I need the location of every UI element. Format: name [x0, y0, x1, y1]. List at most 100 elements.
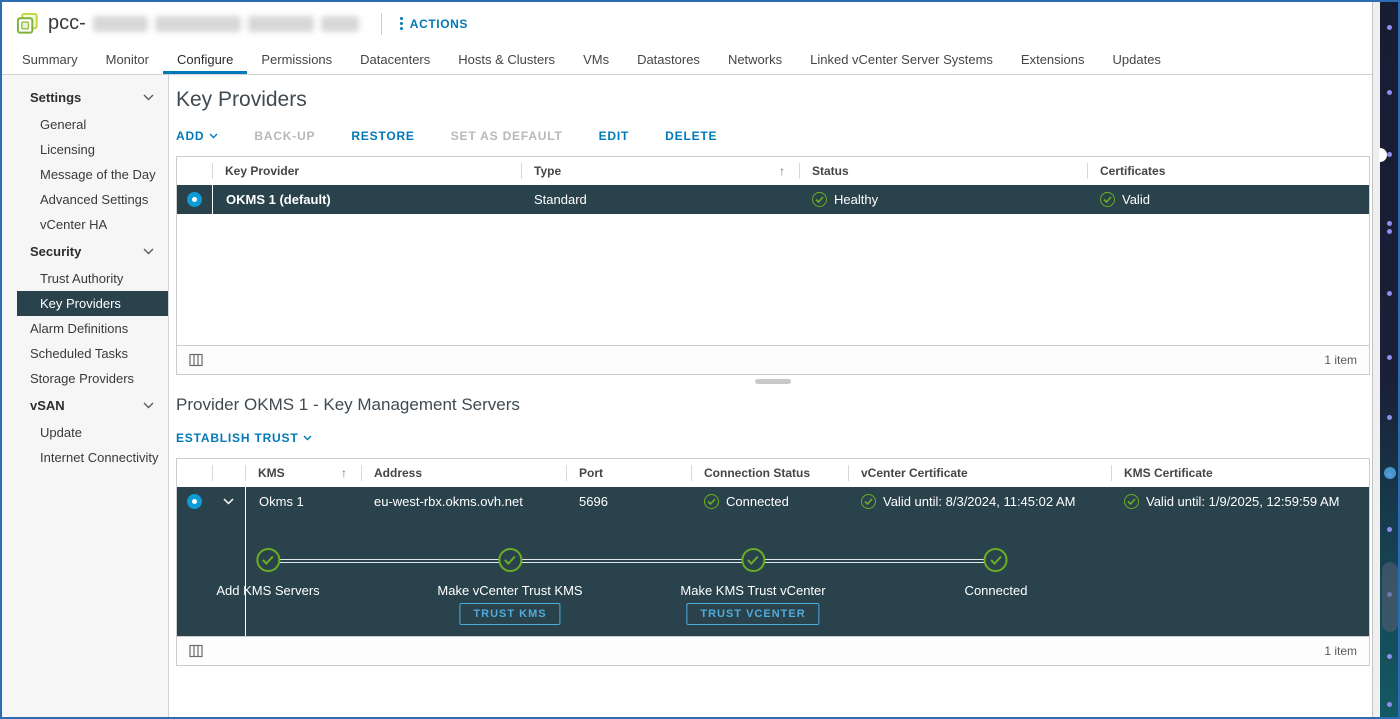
establish-trust-button[interactable]: ESTABLISH TRUST	[176, 431, 312, 445]
tab-vms[interactable]: VMs	[569, 45, 623, 74]
content-area: Settings General Licensing Message of th…	[2, 75, 1372, 717]
column-settings-icon[interactable]	[189, 353, 203, 367]
sidebar-item-storage-providers[interactable]: Storage Providers	[17, 366, 168, 391]
header-divider	[381, 13, 382, 35]
sidebar-item-licensing[interactable]: Licensing	[17, 137, 168, 162]
table-header-row: KMS ↑ Address Port Connection Status vCe…	[177, 459, 1369, 487]
key-provider-name-cell: OKMS 1 (default)	[212, 185, 521, 214]
column-header-type[interactable]: Type ↑	[521, 157, 799, 185]
column-label: KMS	[258, 466, 285, 480]
edge-blob	[1384, 467, 1396, 479]
chevron-down-icon[interactable]	[223, 498, 234, 505]
certificates-text: Valid	[1122, 192, 1150, 207]
tab-configure[interactable]: Configure	[163, 45, 247, 74]
column-header-kms[interactable]: KMS ↑	[245, 459, 361, 487]
sidebar-item-vcenter-ha[interactable]: vCenter HA	[17, 212, 168, 237]
column-header-vcenter-certificate[interactable]: vCenter Certificate	[848, 459, 1111, 487]
step-connected: Connected	[965, 548, 1028, 598]
establish-trust-label: ESTABLISH TRUST	[176, 431, 298, 445]
tab-monitor[interactable]: Monitor	[92, 45, 163, 74]
tab-datacenters[interactable]: Datacenters	[346, 45, 444, 74]
item-count: 1 item	[1324, 353, 1357, 367]
row-radio-cell	[177, 487, 212, 516]
column-header-key-provider[interactable]: Key Provider	[212, 157, 521, 185]
sort-ascending-icon[interactable]: ↑	[779, 164, 785, 178]
stepper-connector-line	[268, 559, 996, 563]
restore-button[interactable]: RESTORE	[351, 129, 414, 143]
sidebar-section-settings[interactable]: Settings	[2, 83, 168, 112]
kms-toolbar: ESTABLISH TRUST	[176, 431, 1372, 445]
object-title-prefix: pcc-	[48, 12, 86, 35]
kms-server-row[interactable]: Okms 1 eu-west-rbx.okms.ovh.net 5696 Con…	[177, 487, 1369, 516]
step-label: Make vCenter Trust KMS	[437, 583, 582, 598]
column-header-address[interactable]: Address	[361, 459, 566, 487]
green-check-icon	[256, 548, 280, 572]
table-footer: 1 item	[177, 345, 1369, 374]
tab-linked-vcenter[interactable]: Linked vCenter Server Systems	[796, 45, 1007, 74]
radio-selected-icon[interactable]	[187, 494, 202, 509]
panel-splitter[interactable]	[176, 375, 1370, 388]
sidebar-section-vsan[interactable]: vSAN	[2, 391, 168, 420]
green-check-icon	[1124, 494, 1139, 509]
sidebar-item-internet-connectivity[interactable]: Internet Connectivity	[17, 445, 168, 470]
add-button[interactable]: ADD	[176, 129, 218, 143]
edit-button[interactable]: EDIT	[599, 129, 630, 143]
key-providers-panel: Key Providers ADD BACK-UP RESTORE SET AS…	[169, 75, 1372, 717]
sidebar-item-trust-authority[interactable]: Trust Authority	[17, 266, 168, 291]
radio-selected-icon[interactable]	[187, 192, 202, 207]
vsphere-client-window: pcc- ACTIONS Summary Monitor Configure P…	[0, 0, 1400, 719]
column-header-connection-status[interactable]: Connection Status	[691, 459, 848, 487]
object-title: pcc-	[48, 12, 359, 35]
kms-certificate-cell: Valid until: 1/9/2025, 12:59:59 AM	[1111, 487, 1369, 516]
address-cell: eu-west-rbx.okms.ovh.net	[361, 487, 566, 516]
sidebar-item-advanced-settings[interactable]: Advanced Settings	[17, 187, 168, 212]
sidebar-item-update[interactable]: Update	[17, 420, 168, 445]
edge-dot	[1387, 654, 1392, 659]
step-make-vcenter-trust-kms: Make vCenter Trust KMS	[437, 548, 582, 598]
trust-vcenter-button[interactable]: TRUST VCENTER	[686, 603, 819, 625]
tab-updates[interactable]: Updates	[1099, 45, 1175, 74]
green-check-icon	[741, 548, 765, 572]
tab-permissions[interactable]: Permissions	[247, 45, 346, 74]
column-header-status[interactable]: Status	[799, 157, 1087, 185]
adjacent-window-strip	[1380, 2, 1398, 717]
sidebar-item-general[interactable]: General	[17, 112, 168, 137]
green-check-icon	[704, 494, 719, 509]
set-as-default-button[interactable]: SET AS DEFAULT	[451, 129, 563, 143]
splitter-handle[interactable]	[755, 379, 791, 384]
sidebar-section-security[interactable]: Security	[2, 237, 168, 266]
edge-dot	[1387, 415, 1392, 420]
backup-button[interactable]: BACK-UP	[254, 129, 315, 143]
item-count: 1 item	[1324, 644, 1357, 658]
column-label: Type	[534, 164, 561, 178]
sidebar-item-alarm-definitions[interactable]: Alarm Definitions	[17, 316, 168, 341]
tab-datastores[interactable]: Datastores	[623, 45, 714, 74]
status-text: Healthy	[834, 192, 878, 207]
kms-certificate-text: Valid until: 1/9/2025, 12:59:59 AM	[1146, 494, 1339, 509]
vcenter-certificate-text: Valid until: 8/3/2024, 11:45:02 AM	[883, 494, 1076, 509]
tab-extensions[interactable]: Extensions	[1007, 45, 1099, 74]
step-add-kms-servers: Add KMS Servers	[216, 548, 319, 598]
add-label: ADD	[176, 129, 204, 143]
configure-sidebar: Settings General Licensing Message of th…	[2, 75, 169, 717]
edge-dot	[1387, 25, 1392, 30]
actions-button[interactable]: ACTIONS	[400, 17, 468, 31]
column-header-kms-certificate[interactable]: KMS Certificate	[1111, 459, 1369, 487]
column-header-port[interactable]: Port	[566, 459, 691, 487]
trust-kms-button[interactable]: TRUST KMS	[459, 603, 560, 625]
sidebar-item-key-providers[interactable]: Key Providers	[17, 291, 168, 316]
tab-networks[interactable]: Networks	[714, 45, 796, 74]
tab-hosts-clusters[interactable]: Hosts & Clusters	[444, 45, 569, 74]
tab-summary[interactable]: Summary	[8, 45, 92, 74]
sidebar-item-message-of-the-day[interactable]: Message of the Day	[17, 162, 168, 187]
vcenter-icon	[16, 12, 39, 35]
blurred-object-name	[93, 16, 148, 32]
column-settings-icon[interactable]	[189, 644, 203, 658]
delete-button[interactable]: DELETE	[665, 129, 717, 143]
key-provider-row[interactable]: OKMS 1 (default) Standard Healthy Valid	[177, 185, 1369, 214]
object-header: pcc- ACTIONS	[2, 2, 1372, 45]
sort-ascending-icon[interactable]: ↑	[341, 466, 347, 480]
column-header-certificates[interactable]: Certificates	[1087, 157, 1369, 185]
kms-table: KMS ↑ Address Port Connection Status vCe…	[176, 458, 1370, 666]
sidebar-item-scheduled-tasks[interactable]: Scheduled Tasks	[17, 341, 168, 366]
